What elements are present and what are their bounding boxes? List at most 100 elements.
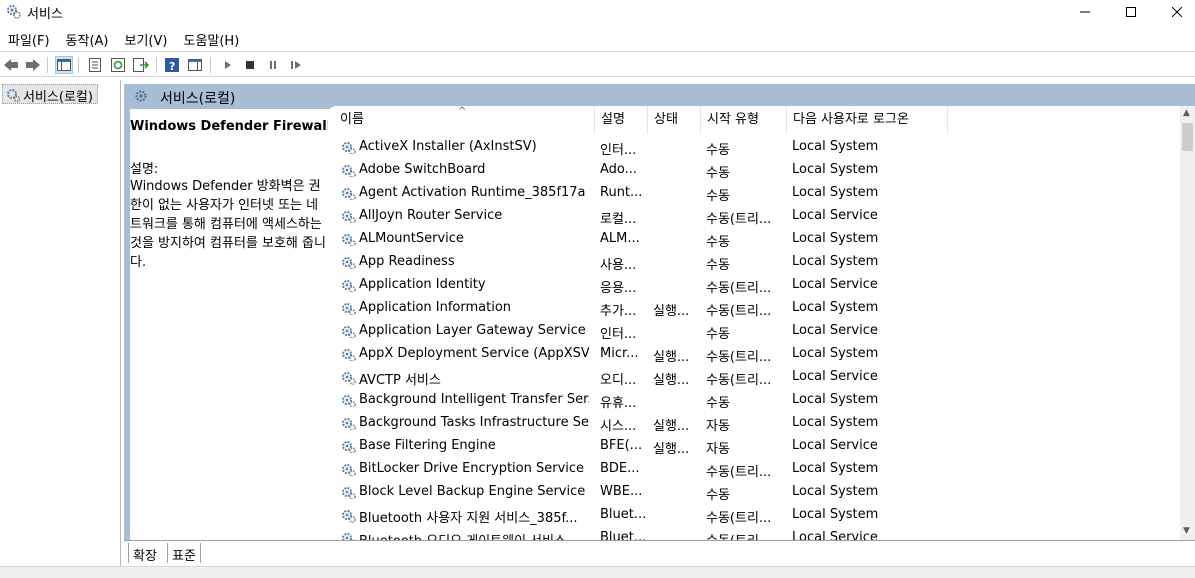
svg-text:?: ?	[169, 60, 175, 72]
stop-service-icon[interactable]	[241, 56, 259, 74]
service-log-on-as: Local Service	[792, 438, 878, 453]
service-gear-icon	[341, 485, 356, 499]
service-name: BitLocker Drive Encryption Service	[341, 461, 589, 476]
table-row[interactable]: AllJoyn Router Service 로컬... 수동(트리... Local…	[328, 205, 1180, 228]
table-row[interactable]: Block Level Backup Engine Service WBE... 수…	[328, 481, 1180, 504]
service-log-on-as: Local System	[792, 300, 879, 315]
service-status: 실행...	[653, 373, 690, 388]
service-description: 로컬...	[600, 212, 637, 227]
service-name: Application Information	[341, 300, 589, 315]
service-startup-type: 수동	[706, 258, 730, 273]
service-startup-type: 수동	[706, 189, 730, 204]
table-row[interactable]: ActiveX Installer (AxInstSV) 인터... 수동 Local…	[328, 136, 1180, 159]
table-row[interactable]: Application Layer Gateway Service 인터... 수동…	[328, 320, 1180, 343]
service-gear-icon	[341, 209, 356, 223]
tree-item-services-local[interactable]: 서비스(로컬)	[2, 84, 98, 105]
service-gear-icon	[341, 301, 356, 315]
back-arrow-icon[interactable]	[2, 56, 20, 74]
column-header-log-on-as[interactable]: 다음 사용자로 로그온	[787, 106, 948, 134]
service-gear-icon	[341, 370, 356, 388]
services-list: 이름 ^ 설명 상태 시작 유형 다음 사용자로 로그온 ActiveX Ins…	[328, 106, 1195, 540]
sort-ascending-icon: ^	[458, 106, 467, 117]
table-row[interactable]: Bluetooth 오디오 게이트웨이 서비스 Bluet... 수동(트리... L…	[328, 527, 1180, 540]
console-tree: 서비스(로컬)	[0, 80, 121, 568]
vertical-scrollbar[interactable]: ▲ ▼	[1180, 106, 1195, 540]
service-log-on-as: Local System	[792, 484, 879, 499]
selected-service-title: Windows Defender Firewall	[130, 119, 332, 134]
menu-action[interactable]: 동작(A)	[58, 26, 117, 50]
service-description: ALM...	[600, 231, 640, 246]
forward-arrow-icon[interactable]	[24, 56, 42, 74]
menu-view[interactable]: 보기(V)	[117, 26, 176, 50]
scrollbar-thumb[interactable]	[1182, 123, 1193, 151]
start-service-icon[interactable]	[219, 56, 237, 74]
service-startup-type: 수동(트리...	[706, 511, 772, 526]
table-row[interactable]: Adobe SwitchBoard Ado... 수동 Local System	[328, 159, 1180, 182]
table-row[interactable]: Bluetooth 사용자 지원 서비스_385f... Bluet... 수동(트…	[328, 504, 1180, 527]
description-label: 설명:	[130, 162, 159, 177]
action-pane-icon[interactable]	[186, 56, 204, 74]
service-gear-icon	[341, 255, 356, 269]
description-text: Windows Defender 방화벽은 권한이 없는 사용자가 인터넷 또는…	[130, 179, 326, 270]
service-status: 실행...	[653, 350, 690, 365]
main-pane: 서비스(로컬) Windows Defender Firewall 설명: Wi…	[124, 84, 1195, 568]
scroll-down-icon[interactable]: ▼	[1183, 526, 1190, 536]
menu-help[interactable]: 도움말(H)	[175, 26, 247, 50]
service-log-on-as: Local System	[792, 162, 879, 177]
services-gear-icon	[134, 89, 150, 109]
service-startup-type: 수동	[706, 396, 730, 411]
service-name: App Readiness	[341, 254, 589, 269]
scroll-up-icon[interactable]: ▲	[1183, 108, 1190, 118]
maximize-button[interactable]	[1108, 0, 1154, 24]
table-row[interactable]: AVCTP 서비스 오디... 실행... 수동(트리... Local Service	[328, 366, 1180, 389]
service-description: 인터...	[600, 327, 637, 342]
table-row[interactable]: Background Intelligent Transfer Ser... 유휴…	[328, 389, 1180, 412]
service-description: 응용...	[600, 281, 637, 296]
close-icon	[1172, 7, 1182, 17]
help-icon[interactable]: ?	[163, 56, 181, 74]
export-list-icon[interactable]	[132, 56, 150, 74]
table-row[interactable]: Base Filtering Engine BFE(... 실행... 자동 Local…	[328, 435, 1180, 458]
table-row[interactable]: Agent Activation Runtime_385f17a Runt... 수…	[328, 182, 1180, 205]
refresh-icon[interactable]	[109, 56, 127, 74]
table-row[interactable]: Application Identity 응용... 수동(트리... Local S…	[328, 274, 1180, 297]
service-log-on-as: Local Service	[792, 277, 878, 292]
service-gear-icon	[341, 278, 356, 292]
table-row[interactable]: App Readiness 사용... 수동 Local System	[328, 251, 1180, 274]
tab-extended[interactable]: 확장	[128, 543, 161, 564]
service-description: Micr...	[600, 346, 639, 361]
minimize-button[interactable]	[1062, 0, 1108, 24]
service-startup-type: 수동(트리...	[706, 530, 782, 540]
table-row[interactable]: ALMountService ALM... 수동 Local System	[328, 228, 1180, 251]
service-gear-icon	[341, 232, 356, 246]
table-row[interactable]: BitLocker Drive Encryption Service BDE...…	[328, 458, 1180, 481]
view-tabs: 확장 표준	[124, 540, 1195, 564]
service-name: Block Level Backup Engine Service	[341, 484, 589, 499]
service-gear-icon	[341, 347, 356, 361]
service-log-on-as: Local Service	[792, 530, 878, 540]
service-startup-type: 수동	[706, 235, 730, 250]
table-row[interactable]: Application Information 추가... 실행... 수동(트리..…	[328, 297, 1180, 320]
menu-file[interactable]: 파일(F)	[0, 26, 58, 50]
table-row[interactable]: Background Tasks Infrastructure Se... 시스.…	[328, 412, 1180, 435]
services-rows: ActiveX Installer (AxInstSV) 인터... 수동 Local…	[328, 136, 1180, 540]
column-header-name[interactable]: 이름 ^	[328, 106, 595, 134]
service-gear-icon	[341, 416, 356, 430]
service-log-on-as: Local Service	[792, 369, 878, 384]
pause-service-icon[interactable]	[264, 56, 282, 74]
close-button[interactable]	[1154, 0, 1195, 24]
minimize-icon	[1080, 11, 1090, 13]
show-hide-console-tree-icon[interactable]	[55, 56, 73, 74]
service-log-on-as: Local System	[792, 254, 879, 269]
service-name: Background Intelligent Transfer Ser...	[341, 392, 589, 407]
menu-bar: 파일(F) 동작(A) 보기(V) 도움말(H)	[0, 26, 1195, 50]
column-header-startup-type[interactable]: 시작 유형	[701, 106, 787, 134]
column-header-status[interactable]: 상태	[648, 106, 701, 134]
service-status: 실행...	[653, 442, 690, 457]
properties-sheet-icon[interactable]	[86, 56, 104, 74]
column-header-description[interactable]: 설명	[595, 106, 648, 134]
table-row[interactable]: AppX Deployment Service (AppXSV... Micr..…	[328, 343, 1180, 366]
tab-standard[interactable]: 표준	[167, 543, 201, 564]
service-name: Agent Activation Runtime_385f17a	[341, 185, 589, 200]
restart-service-icon[interactable]	[287, 56, 305, 74]
